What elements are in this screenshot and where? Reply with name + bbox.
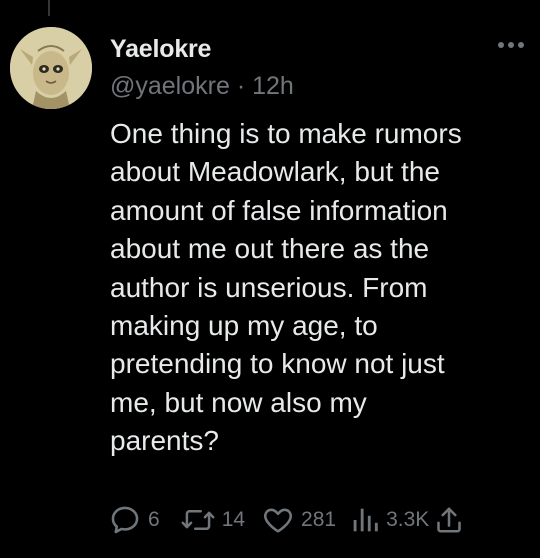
ellipsis-icon [498,42,504,48]
speech-bubble-icon [111,506,139,534]
more-options-button[interactable] [498,36,524,54]
like-count: 281 [301,508,337,531]
retweet-arrows-icon [181,510,215,530]
views-button[interactable]: 3.3K [350,503,429,537]
tweet-actions-bar: 6 14 281 3.3K [108,500,532,540]
reply-count: 6 [148,508,160,531]
tweet-text-line: making up my age, to [110,310,378,342]
avatar-illustration [10,27,92,109]
tweet-text-line: pretending to know not just [110,348,445,380]
thread-connector-line [48,0,50,16]
handle-time-row: @yaelokre · 12h [110,69,528,103]
tweet-text-line: me, but now also my [110,386,367,418]
handle[interactable]: @yaelokre [110,72,230,100]
tweet-text-line: One thing is to make rumors [110,118,462,149]
tweet-text-line: about Meadowlark, but the [110,156,440,188]
tweet-text-line: about me out there as the [110,233,430,265]
heart-icon [264,508,293,533]
ellipsis-dot [508,42,514,48]
reply-button[interactable]: 6 [108,503,160,537]
tweet-header: Yaelokre @yaelokre · 12h [110,32,528,103]
share-upload-icon [437,507,462,533]
retweet-button[interactable]: 14 [180,503,245,537]
tweet-text-line: author is unserious. From [110,271,428,303]
views-count: 3.3K [386,508,430,531]
like-button[interactable]: 281 [261,503,336,537]
ellipsis-dot [518,42,524,48]
timestamp[interactable]: 12h [252,72,294,100]
tweet-text-line: amount of false information [110,194,448,226]
tweet-text: One thing is to make rumors about Meadow… [110,115,530,461]
retweet-count: 14 [221,508,246,531]
avatar[interactable] [10,27,92,109]
share-button[interactable] [435,503,463,537]
display-name[interactable]: Yaelokre [110,32,528,66]
bar-chart-icon [353,508,378,532]
meta-separator: · [236,72,246,100]
tweet-text-line: parents? [110,425,219,457]
